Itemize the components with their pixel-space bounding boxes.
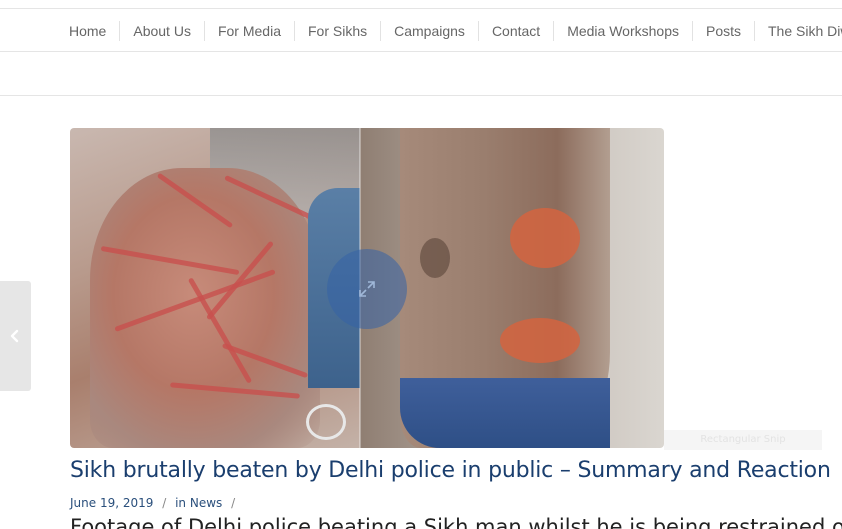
nav-item-contact[interactable]: Contact <box>477 21 553 41</box>
header-divider <box>0 95 842 96</box>
post-meta: June 19, 2019 / in News / <box>70 496 240 510</box>
category-prefix: in <box>175 496 187 510</box>
nav-item-posts[interactable]: Posts <box>691 21 754 41</box>
nav-item-for-sikhs[interactable]: For Sikhs <box>293 21 380 41</box>
expand-arrows-icon <box>359 281 375 297</box>
post-category-link[interactable]: News <box>190 496 222 510</box>
nav-item-campaigns[interactable]: Campaigns <box>380 21 478 41</box>
meta-separator: / <box>162 496 167 510</box>
nav-menu: Home About Us For Media For Sikhs Campai… <box>56 9 842 51</box>
nav-item-about-us[interactable]: About Us <box>119 21 204 41</box>
image-caption: Rectangular Snip <box>664 430 822 450</box>
meta-separator-end: / <box>231 496 236 510</box>
post-title[interactable]: Sikh brutally beaten by Delhi police in … <box>70 458 831 483</box>
post-date: June 19, 2019 <box>70 496 154 510</box>
chevron-left-icon <box>10 329 19 343</box>
image-left-panel <box>70 128 368 448</box>
nav-item-media-workshops[interactable]: Media Workshops <box>553 21 692 41</box>
main-navigation: Home About Us For Media For Sikhs Campai… <box>0 8 842 52</box>
image-zoom-button[interactable] <box>327 249 407 329</box>
post-excerpt: Footage of Delhi police beating a Sikh m… <box>70 517 842 529</box>
slider-prev-button[interactable] <box>0 281 31 391</box>
nav-item-for-media[interactable]: For Media <box>203 21 294 41</box>
nav-item-sikh-diwan[interactable]: The Sikh Diwan <box>754 21 842 41</box>
nav-item-home[interactable]: Home <box>56 21 119 41</box>
post-excerpt-text: Footage of Delhi police beating a Sikh m… <box>70 517 842 529</box>
